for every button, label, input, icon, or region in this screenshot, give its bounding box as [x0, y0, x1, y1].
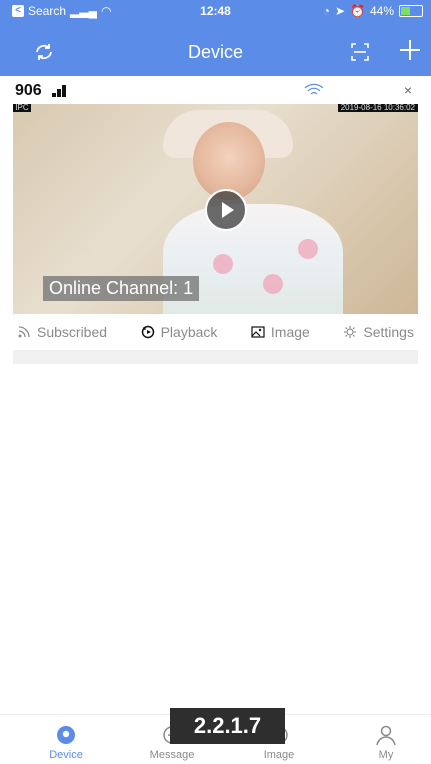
battery-icon: [399, 5, 423, 17]
playback-label: Playback: [160, 324, 218, 340]
image-label: Image: [270, 324, 310, 340]
battery-percent: 44%: [369, 4, 394, 18]
alarm-icon: ⏰: [350, 4, 365, 18]
play-button[interactable]: [205, 189, 247, 231]
tab-device-label: Device: [49, 749, 83, 761]
device-tab-icon: [57, 726, 75, 744]
camera-type-label: IPC: [13, 104, 31, 112]
device-signal-icon: [51, 85, 68, 97]
image-icon: [251, 326, 265, 338]
device-card-header: 906 ×: [13, 76, 418, 105]
location-icon: ◔: [322, 4, 330, 18]
subscribed-label: Subscribed: [37, 324, 108, 340]
playback-button[interactable]: Playback: [141, 324, 218, 340]
tab-image-label: Image: [263, 749, 295, 761]
settings-label: Settings: [363, 324, 414, 340]
version-overlay: 2.2.1.7: [170, 708, 285, 744]
video-preview[interactable]: IPC 2019-08-16 10:36:02 Online Channel: …: [13, 104, 418, 314]
status-bar: < Search ▂▃▄ ◠ 12:48 ◔ ➤ ⏰ 44%: [0, 0, 431, 22]
section-divider: [13, 350, 418, 364]
device-name: 906: [15, 82, 42, 99]
tab-my-label: My: [378, 749, 394, 761]
add-device-icon[interactable]: [398, 38, 422, 62]
image-button[interactable]: Image: [251, 324, 310, 340]
subscribed-button[interactable]: Subscribed: [17, 324, 107, 340]
video-timestamp: 2019-08-16 10:36:02: [337, 104, 418, 112]
navbar: Device: [0, 28, 431, 76]
tab-device[interactable]: Device: [26, 723, 106, 761]
settings-gear-icon: [344, 326, 357, 338]
close-device-icon[interactable]: ×: [404, 82, 412, 98]
tab-my[interactable]: My: [346, 723, 426, 761]
device-actions-bar: Subscribed Playback Image Settings: [13, 314, 418, 350]
status-right: ◔ ➤ ⏰ 44%: [323, 4, 423, 18]
device-wifi-icon: [304, 83, 324, 95]
top-header: < Search ▂▃▄ ◠ 12:48 ◔ ➤ ⏰ 44% Device: [0, 0, 431, 76]
navigation-icon: ➤: [334, 4, 346, 18]
preview-image-flower: [298, 239, 318, 259]
user-tab-icon: [376, 725, 396, 746]
device-name-row: 906: [15, 82, 68, 100]
preview-image-flower: [213, 254, 233, 274]
scan-icon[interactable]: [350, 42, 370, 62]
rss-icon: [18, 326, 30, 338]
settings-button[interactable]: Settings: [343, 324, 414, 340]
online-channel-label: Online Channel: 1: [43, 276, 200, 301]
tab-message-label: Message: [149, 749, 195, 761]
preview-image-flower: [263, 274, 283, 294]
playback-icon: [141, 325, 154, 339]
